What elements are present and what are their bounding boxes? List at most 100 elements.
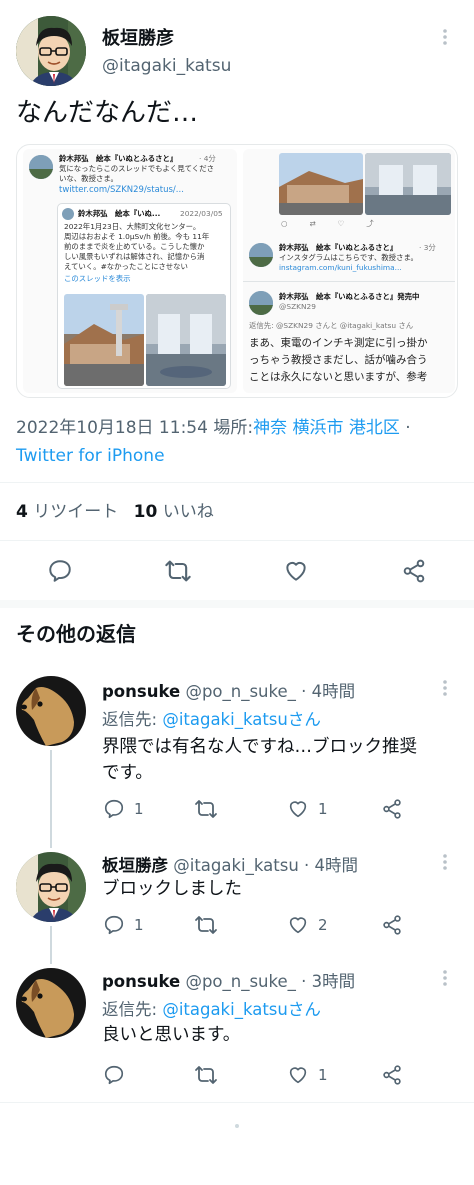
like-count: 1	[318, 800, 328, 818]
more-icon[interactable]	[442, 28, 448, 50]
embed-body-line: ことは永久にないと思いますが、参考	[249, 371, 428, 383]
embed-divider	[243, 281, 455, 282]
loading-dot	[235, 1124, 239, 1128]
divider	[0, 482, 474, 483]
reply-avatar[interactable]	[16, 968, 86, 1038]
reply-avatar[interactable]	[16, 852, 86, 922]
embed-link: instagram.com/kuni_fukushima...	[279, 263, 402, 272]
retweets-stat[interactable]: 4 リツイート	[16, 502, 118, 522]
embed-author: 鈴木邦弘 絵本『いぬとふるさと』	[279, 243, 398, 252]
more-icon[interactable]	[442, 853, 448, 875]
likes-stat[interactable]: 10 いいね	[134, 502, 214, 522]
reply-icon[interactable]	[103, 798, 125, 820]
heart-icon[interactable]	[287, 798, 309, 820]
embed-author: 鈴木邦弘 絵本『いぬとふるさと』	[59, 154, 178, 163]
embed-photo	[365, 153, 451, 215]
embed-handle: @SZKN29	[279, 302, 316, 311]
embed-avatar	[29, 155, 53, 179]
reply-icon[interactable]	[103, 914, 125, 936]
tweet-location[interactable]: 神奈 横浜市 港北区	[253, 418, 400, 438]
tweet-client[interactable]: Twitter for iPhone	[16, 446, 165, 466]
share-icon[interactable]	[381, 798, 403, 820]
reply-to-mention[interactable]: @itagaki_katsuさん	[162, 710, 321, 729]
reply-author-handle[interactable]: @itagaki_katsu	[173, 856, 299, 875]
heart-icon[interactable]	[283, 558, 309, 584]
author-avatar[interactable]	[16, 16, 86, 86]
reply-to-prefix: 返信先:	[102, 1000, 158, 1019]
tweet-meta: 2022年10月18日 11:54 場所:神奈 横浜市 港北区 · Twitte…	[16, 414, 462, 470]
embed-quote-date: 2022/03/05	[180, 209, 223, 218]
embed-body-line: まあ、東電のインチキ測定に引っ掛か	[249, 337, 428, 349]
more-icon[interactable]	[442, 679, 448, 701]
embed-avatar	[249, 243, 273, 267]
reply-header: ponsuke @po_n_suke_ · 4時間	[102, 678, 355, 702]
embed-photo	[146, 294, 226, 386]
reply-time[interactable]: · 4時間	[304, 856, 358, 875]
reply-author-name[interactable]: 板垣勝彦	[102, 856, 168, 875]
retweet-icon[interactable]	[194, 798, 218, 820]
embed-quote-line: えていく。#なかったことにさせない	[64, 262, 188, 271]
location-separator: ·	[405, 418, 411, 438]
reply-text-line: 界隈では有名な人ですね…ブロック推奨	[102, 737, 417, 757]
reply-icon[interactable]	[103, 1064, 125, 1086]
embed-quote-line: しい風景もいずれは解体され、記憶から消	[64, 252, 205, 261]
share-icon[interactable]	[401, 558, 427, 584]
author-handle[interactable]: @itagaki_katsu	[102, 56, 231, 76]
reply-time[interactable]: · 4時間	[301, 682, 355, 701]
reply-author-name[interactable]: ponsuke	[102, 682, 180, 701]
embed-quote-line: 前のままで炎を止めている。こうした懐か	[64, 242, 205, 251]
embed-body-line: っちゃう教授さまだし、話が噛み合う	[249, 354, 428, 366]
likes-label: いいね	[162, 502, 214, 522]
attached-image[interactable]: 鈴木邦弘 絵本『いぬとふるさと』 · 4分 気になったらこのスレッドでもよく見て…	[16, 144, 458, 398]
reply-author-handle[interactable]: @po_n_suke_	[185, 972, 295, 991]
embed-photo	[64, 294, 144, 386]
like-count: 2	[318, 916, 328, 934]
embed-quote-avatar	[62, 208, 74, 220]
reply-text: ブロックしました	[102, 876, 242, 902]
more-icon[interactable]	[442, 969, 448, 991]
embed-photo	[279, 153, 363, 215]
section-title: その他の返信	[16, 622, 136, 646]
embedded-tweet-left: 鈴木邦弘 絵本『いぬとふるさと』 · 4分 気になったらこのスレッドでもよく見て…	[23, 149, 237, 393]
embed-author-time: · 4分	[199, 154, 216, 163]
embed-quote-author: 鈴木邦弘 絵本『いぬ...	[78, 209, 161, 218]
retweet-icon[interactable]	[164, 558, 192, 584]
heart-icon[interactable]	[287, 914, 309, 936]
retweet-icon[interactable]	[194, 914, 218, 936]
reply-header: 板垣勝彦 @itagaki_katsu · 4時間	[102, 852, 358, 876]
embed-thread-link: このスレッドを表示	[64, 274, 131, 283]
reply-author-handle[interactable]: @po_n_suke_	[185, 682, 295, 701]
reply-text: 良いと思います。	[102, 1022, 240, 1048]
reply-text-line: ブロックしました	[102, 879, 242, 899]
location-label: 場所:	[213, 418, 254, 438]
embed-action-row: ○⇄♡⤴	[281, 219, 396, 228]
reply-author-name[interactable]: ponsuke	[102, 972, 180, 991]
retweet-icon[interactable]	[194, 1064, 218, 1086]
reply-time[interactable]: · 3時間	[301, 972, 355, 991]
divider	[0, 540, 474, 541]
thread-line	[50, 926, 52, 964]
reply-icon[interactable]	[47, 558, 73, 584]
share-icon[interactable]	[381, 914, 403, 936]
divider	[0, 1102, 474, 1103]
reply-header: ponsuke @po_n_suke_ · 3時間	[102, 968, 355, 992]
tweet-timestamp[interactable]: 2022年10月18日 11:54	[16, 418, 208, 438]
embed-line: いな、教授さま。	[59, 174, 118, 183]
embed-link: twitter.com/SZKN29/status/...	[59, 185, 184, 195]
share-icon[interactable]	[381, 1064, 403, 1086]
embedded-tweet-right: ○⇄♡⤴ 鈴木邦弘 絵本『いぬとふるさと』 · 3分 インスタグラムはこちらです…	[243, 149, 455, 393]
reply-to-line: 返信先: @itagaki_katsuさん	[102, 996, 321, 1020]
reply-count: 1	[134, 916, 144, 934]
reply-to-line: 返信先: @itagaki_katsuさん	[102, 706, 321, 730]
reply-to-mention[interactable]: @itagaki_katsuさん	[162, 1000, 321, 1019]
like-count: 1	[318, 1066, 328, 1084]
divider	[0, 600, 474, 608]
retweets-label: リツイート	[33, 502, 119, 522]
heart-icon[interactable]	[287, 1064, 309, 1086]
reply-avatar[interactable]	[16, 676, 86, 746]
retweets-count: 4	[16, 502, 28, 522]
reply-text-line: です。	[102, 763, 153, 783]
author-name[interactable]: 板垣勝彦	[102, 24, 174, 50]
embed-line: インスタグラムはこちらです、教授さま。	[279, 253, 418, 262]
likes-count: 10	[133, 502, 158, 522]
